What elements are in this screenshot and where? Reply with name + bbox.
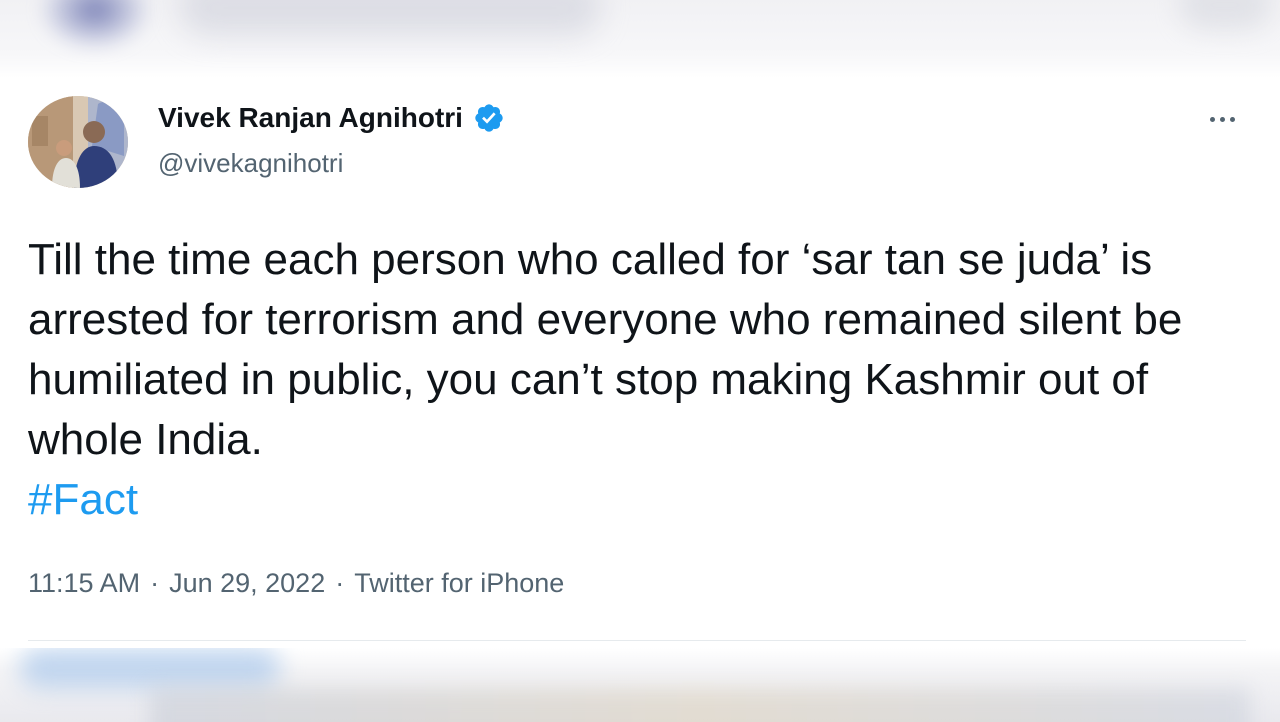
tweet-time[interactable]: 11:15 AM [28,568,140,598]
more-options-dot [1219,116,1225,122]
divider [28,640,1246,641]
tweet-source[interactable]: Twitter for iPhone [354,568,564,598]
tweet-metadata: 11:15 AM · Jun 29, 2022 · Twitter for iPhone [28,568,564,599]
avatar-photo [28,96,128,188]
more-options-icon [1209,116,1215,122]
more-options-dot [1229,116,1235,122]
blurred-next-content [0,648,1280,722]
tweet-text: Till the time each person who called for… [28,235,1183,464]
author-name[interactable]: Vivek Ranjan Agnihotri [158,102,505,134]
verified-badge-icon [475,104,503,132]
blurred-previous-content [0,0,1280,78]
hashtag-link[interactable]: #Fact [28,470,138,530]
meta-separator: · [150,568,160,598]
tweet-date[interactable]: Jun 29, 2022 [169,568,325,598]
avatar[interactable] [28,96,128,188]
meta-separator: · [335,568,345,598]
author-name-text[interactable]: Vivek Ranjan Agnihotri [158,102,463,134]
more-options-button[interactable] [1204,104,1240,134]
author-handle[interactable]: @vivekagnihotri [158,148,343,179]
tweet-screenshot: Vivek Ranjan Agnihotri @vivekagnihotri T… [0,0,1280,722]
